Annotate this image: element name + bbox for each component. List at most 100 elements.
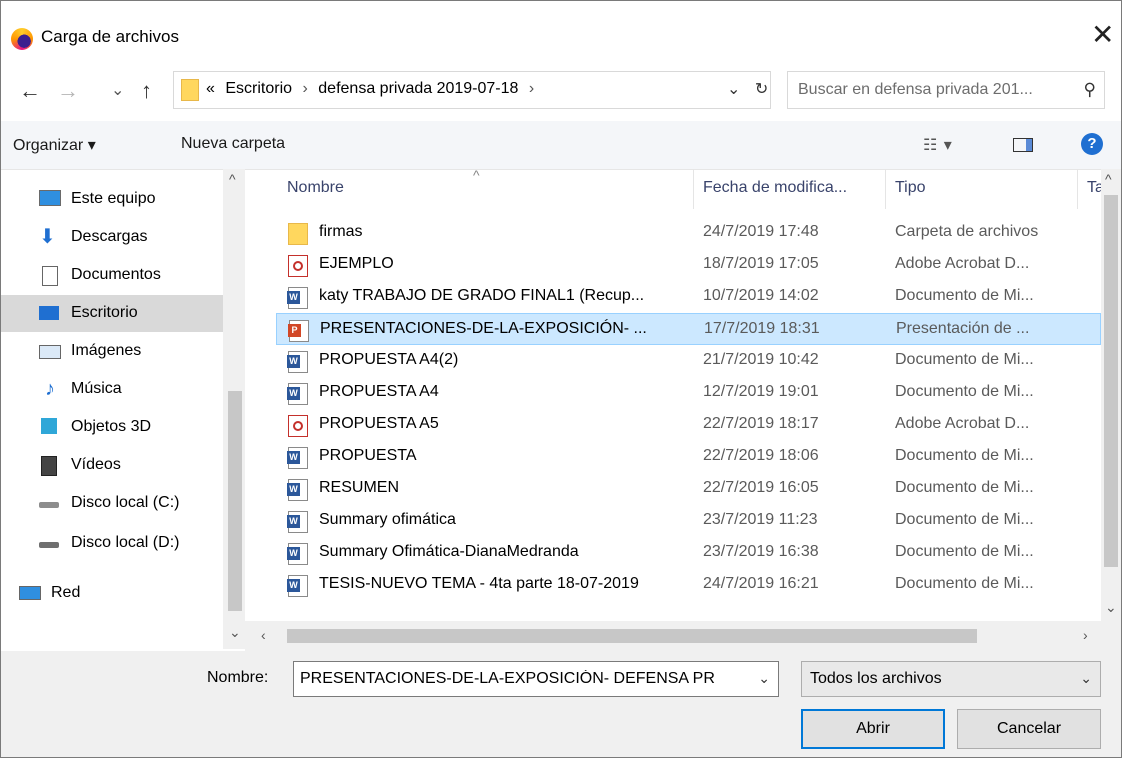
sidebar-item-label: Música [71,380,122,397]
scroll-left-icon[interactable]: ‹ [261,627,266,643]
new-folder-button[interactable]: Nueva carpeta [181,135,285,153]
file-row[interactable]: RESUMEN 22/7/2019 16:05 Documento de Mi... [276,473,1101,505]
file-type-filter[interactable]: Todos los archivos ⌄ [801,661,1101,697]
sidebar-item-musica[interactable]: ♪ Música [1,371,223,408]
sidebar-item-documentos[interactable]: Documentos [1,257,223,294]
refresh-icon[interactable]: ↻ [755,81,768,98]
back-arrow-icon[interactable]: ← [19,75,41,107]
file-date-modified: 23/7/2019 11:23 [703,511,818,528]
scroll-down-chevron-icon[interactable]: ⌄ [229,624,241,641]
file-row[interactable]: Summary ofimática 23/7/2019 11:23 Document… [276,505,1101,537]
file-row[interactable]: Summary Ofimática-DianaMedranda 23/7/2019… [276,537,1101,569]
column-divider[interactable] [1077,169,1078,209]
pictures-icon [39,345,61,359]
forward-arrow-icon[interactable]: → [57,75,79,107]
file-date-modified: 18/7/2019 17:05 [703,255,819,272]
firefox-icon [11,28,33,50]
computer-icon [39,190,61,206]
breadcrumb-current-folder[interactable]: defensa privada 2019-07-18 [318,80,518,97]
column-header-name[interactable]: Nombre [287,179,344,197]
word-file-icon [287,447,308,469]
scroll-right-icon[interactable]: › [1083,627,1088,643]
chevron-down-icon[interactable]: ⌄ [758,670,770,687]
breadcrumb-separator[interactable]: › [529,80,534,97]
scroll-up-arrow-icon[interactable]: ^ [1105,171,1112,187]
breadcrumb-separator[interactable]: › [303,80,308,97]
address-bar[interactable]: « Escritorio › defensa privada 2019-07-1… [173,71,771,109]
open-button[interactable]: Abrir [801,709,945,749]
file-row[interactable]: PROPUESTA 22/7/2019 18:06 Documento de Mi.… [276,441,1101,473]
sidebar-item-este-equipo[interactable]: Este equipo [1,181,223,218]
up-arrow-icon[interactable]: ↑ [141,75,152,107]
breadcrumb-escritorio[interactable]: Escritorio [225,80,292,97]
sidebar-item-label: Objetos 3D [71,418,152,435]
file-type: Documento de Mi... [895,383,1034,400]
sidebar-item-descargas[interactable]: ⬇ Descargas [1,219,223,256]
command-bar: Organizar ▾ Nueva carpeta ☷ ▾ ? [1,121,1121,170]
file-row[interactable]: PROPUESTA A4 12/7/2019 19:01 Documento de … [276,377,1101,409]
file-type: Presentación de ... [896,320,1030,337]
file-type: Documento de Mi... [895,511,1034,528]
word-file-icon [287,479,308,501]
dialog-title: Carga de archivos [41,27,179,46]
file-name-input[interactable]: PRESENTACIONES-DE-LA-EXPOSICIÓN- DEFENSA… [300,670,748,688]
file-row[interactable]: EJEMPLO 18/7/2019 17:05 Adobe Acrobat D... [276,249,1101,281]
navigation-scrollbar-thumb[interactable] [228,391,242,611]
file-date-modified: 12/7/2019 19:01 [703,383,819,400]
column-header-type[interactable]: Tipo [895,179,926,197]
folder-icon [288,223,308,245]
file-row[interactable]: TESIS-NUEVO TEMA - 4ta parte 18-07-2019 2… [276,569,1101,601]
network-icon [19,586,41,600]
scroll-down-chevron-icon[interactable]: ⌄ [1105,599,1117,616]
file-name: PRESENTACIONES-DE-LA-EXPOSICIÓN- ... [320,320,647,337]
file-date-modified: 23/7/2019 16:38 [703,543,819,560]
file-row[interactable]: PROPUESTA A5 22/7/2019 18:17 Adobe Acrobat… [276,409,1101,441]
file-type: Adobe Acrobat D... [895,255,1030,272]
file-name: Summary Ofimática-DianaMedranda [319,543,579,560]
sidebar-item-label: Disco local (C:) [71,494,180,511]
sidebar-item-imagenes[interactable]: Imágenes [1,333,223,370]
file-list-scrollbar-thumb[interactable] [1104,195,1118,567]
file-name-combobox[interactable]: PRESENTACIONES-DE-LA-EXPOSICIÓN- DEFENSA… [293,661,779,697]
sidebar-item-label: Disco local (D:) [71,534,180,551]
change-view-icon[interactable]: ☷ ▾ [923,135,953,155]
word-file-icon [287,575,308,597]
column-divider[interactable] [885,169,886,209]
cancel-button[interactable]: Cancelar [957,709,1101,749]
preview-pane-icon[interactable] [1013,138,1033,152]
horizontal-scrollbar-thumb[interactable] [287,629,977,643]
file-type: Adobe Acrobat D... [895,415,1030,432]
file-row[interactable]: PRESENTACIONES-DE-LA-EXPOSICIÓN- ... 17/7… [276,313,1101,345]
file-name: EJEMPLO [319,255,394,272]
address-dropdown-icon[interactable]: ⌄ [727,81,740,98]
scroll-up-arrow-icon[interactable]: ^ [229,171,236,187]
close-icon[interactable]: ✕ [1091,21,1114,49]
recent-locations-chevron-icon[interactable]: ⌄ [111,75,124,107]
file-name: TESIS-NUEVO TEMA - 4ta parte 18-07-2019 [319,575,639,592]
sidebar-item-escritorio[interactable]: Escritorio [1,295,223,332]
sidebar-item-disco-d[interactable]: Disco local (D:) [1,525,223,562]
file-row[interactable]: katy TRABAJO DE GRADO FINAL1 (Recup... 10… [276,281,1101,313]
search-input[interactable]: Buscar en defensa privada 201... [798,81,1033,99]
drive-c-icon [39,502,59,508]
sidebar-item-disco-c[interactable]: Disco local (C:) [1,485,223,522]
column-header-date[interactable]: Fecha de modifica... [703,179,847,197]
file-date-modified: 22/7/2019 18:06 [703,447,819,464]
file-name: PROPUESTA A4 [319,383,439,400]
column-divider[interactable] [693,169,694,209]
sidebar-item-videos[interactable]: Vídeos [1,447,223,484]
pdf-file-icon [288,255,308,277]
breadcrumb-overflow[interactable]: « [206,80,215,97]
file-row[interactable]: firmas 24/7/2019 17:48 Carpeta de archivos [276,217,1101,249]
search-box[interactable]: Buscar en defensa privada 201... ⚲ [787,71,1105,109]
help-icon[interactable]: ? [1081,133,1103,155]
file-type: Documento de Mi... [895,351,1034,368]
organize-menu-button[interactable]: Organizar ▾ [13,135,96,155]
word-file-icon [287,287,308,309]
sidebar-item-red[interactable]: Red [1,575,203,612]
download-icon: ⬇ [39,226,56,248]
sidebar-item-label: Red [51,584,81,601]
sidebar-item-objetos-3d[interactable]: Objetos 3D [1,409,223,446]
file-row[interactable]: PROPUESTA A4(2) 21/7/2019 10:42 Documento … [276,345,1101,377]
chevron-down-icon[interactable]: ⌄ [1080,670,1092,687]
